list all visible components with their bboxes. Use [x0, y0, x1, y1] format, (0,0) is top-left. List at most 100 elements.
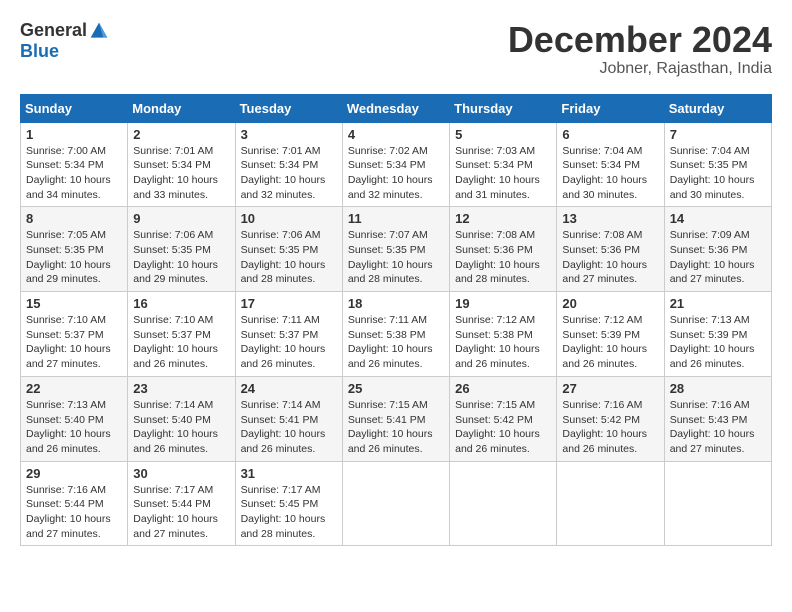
- day-number: 20: [562, 296, 658, 311]
- day-cell-15: 15 Sunrise: 7:10 AMSunset: 5:37 PMDaylig…: [21, 292, 128, 377]
- day-info: Sunrise: 7:15 AMSunset: 5:42 PMDaylight:…: [455, 399, 540, 455]
- day-number: 13: [562, 211, 658, 226]
- day-number: 18: [348, 296, 444, 311]
- day-number: 27: [562, 381, 658, 396]
- day-cell-14: 14 Sunrise: 7:09 AMSunset: 5:36 PMDaylig…: [664, 207, 771, 292]
- header-friday: Friday: [557, 94, 664, 122]
- day-number: 17: [241, 296, 337, 311]
- day-cell-2: 2 Sunrise: 7:01 AMSunset: 5:34 PMDayligh…: [128, 122, 235, 207]
- day-info: Sunrise: 7:06 AMSunset: 5:35 PMDaylight:…: [241, 229, 326, 285]
- day-info: Sunrise: 7:12 AMSunset: 5:39 PMDaylight:…: [562, 314, 647, 370]
- day-number: 12: [455, 211, 551, 226]
- day-number: 9: [133, 211, 229, 226]
- title-section: December 2024 Jobner, Rajasthan, India: [508, 20, 772, 78]
- day-number: 11: [348, 211, 444, 226]
- empty-cell: [557, 461, 664, 546]
- day-cell-7: 7 Sunrise: 7:04 AMSunset: 5:35 PMDayligh…: [664, 122, 771, 207]
- day-number: 28: [670, 381, 766, 396]
- day-cell-27: 27 Sunrise: 7:16 AMSunset: 5:42 PMDaylig…: [557, 376, 664, 461]
- header-wednesday: Wednesday: [342, 94, 449, 122]
- day-number: 8: [26, 211, 122, 226]
- day-number: 21: [670, 296, 766, 311]
- day-info: Sunrise: 7:14 AMSunset: 5:40 PMDaylight:…: [133, 399, 218, 455]
- day-info: Sunrise: 7:03 AMSunset: 5:34 PMDaylight:…: [455, 145, 540, 201]
- day-cell-13: 13 Sunrise: 7:08 AMSunset: 5:36 PMDaylig…: [557, 207, 664, 292]
- day-info: Sunrise: 7:08 AMSunset: 5:36 PMDaylight:…: [455, 229, 540, 285]
- day-info: Sunrise: 7:10 AMSunset: 5:37 PMDaylight:…: [133, 314, 218, 370]
- logo-blue-text: Blue: [20, 41, 59, 62]
- day-number: 29: [26, 466, 122, 481]
- day-info: Sunrise: 7:00 AMSunset: 5:34 PMDaylight:…: [26, 145, 111, 201]
- empty-cell: [342, 461, 449, 546]
- day-cell-26: 26 Sunrise: 7:15 AMSunset: 5:42 PMDaylig…: [450, 376, 557, 461]
- day-number: 5: [455, 127, 551, 142]
- empty-cell: [664, 461, 771, 546]
- day-number: 30: [133, 466, 229, 481]
- main-title: December 2024: [508, 20, 772, 60]
- day-number: 14: [670, 211, 766, 226]
- day-cell-4: 4 Sunrise: 7:02 AMSunset: 5:34 PMDayligh…: [342, 122, 449, 207]
- day-number: 16: [133, 296, 229, 311]
- day-number: 31: [241, 466, 337, 481]
- day-cell-30: 30 Sunrise: 7:17 AMSunset: 5:44 PMDaylig…: [128, 461, 235, 546]
- day-cell-25: 25 Sunrise: 7:15 AMSunset: 5:41 PMDaylig…: [342, 376, 449, 461]
- day-info: Sunrise: 7:10 AMSunset: 5:37 PMDaylight:…: [26, 314, 111, 370]
- header-thursday: Thursday: [450, 94, 557, 122]
- logo-icon: [89, 21, 109, 41]
- day-cell-16: 16 Sunrise: 7:10 AMSunset: 5:37 PMDaylig…: [128, 292, 235, 377]
- header-sunday: Sunday: [21, 94, 128, 122]
- logo-general-text: General: [20, 20, 87, 41]
- header-tuesday: Tuesday: [235, 94, 342, 122]
- day-number: 2: [133, 127, 229, 142]
- day-info: Sunrise: 7:07 AMSunset: 5:35 PMDaylight:…: [348, 229, 433, 285]
- day-number: 24: [241, 381, 337, 396]
- page-header: General Blue December 2024 Jobner, Rajas…: [20, 20, 772, 78]
- day-number: 3: [241, 127, 337, 142]
- day-info: Sunrise: 7:14 AMSunset: 5:41 PMDaylight:…: [241, 399, 326, 455]
- day-info: Sunrise: 7:04 AMSunset: 5:34 PMDaylight:…: [562, 145, 647, 201]
- day-info: Sunrise: 7:11 AMSunset: 5:37 PMDaylight:…: [241, 314, 326, 370]
- calendar-header-row: Sunday Monday Tuesday Wednesday Thursday…: [21, 94, 772, 122]
- calendar-week-1: 1 Sunrise: 7:00 AMSunset: 5:34 PMDayligh…: [21, 122, 772, 207]
- day-cell-18: 18 Sunrise: 7:11 AMSunset: 5:38 PMDaylig…: [342, 292, 449, 377]
- calendar-week-5: 29 Sunrise: 7:16 AMSunset: 5:44 PMDaylig…: [21, 461, 772, 546]
- day-number: 26: [455, 381, 551, 396]
- day-cell-17: 17 Sunrise: 7:11 AMSunset: 5:37 PMDaylig…: [235, 292, 342, 377]
- day-cell-12: 12 Sunrise: 7:08 AMSunset: 5:36 PMDaylig…: [450, 207, 557, 292]
- header-monday: Monday: [128, 94, 235, 122]
- subtitle: Jobner, Rajasthan, India: [508, 60, 772, 78]
- day-info: Sunrise: 7:13 AMSunset: 5:39 PMDaylight:…: [670, 314, 755, 370]
- day-info: Sunrise: 7:06 AMSunset: 5:35 PMDaylight:…: [133, 229, 218, 285]
- day-number: 1: [26, 127, 122, 142]
- day-cell-24: 24 Sunrise: 7:14 AMSunset: 5:41 PMDaylig…: [235, 376, 342, 461]
- day-info: Sunrise: 7:01 AMSunset: 5:34 PMDaylight:…: [241, 145, 326, 201]
- day-cell-9: 9 Sunrise: 7:06 AMSunset: 5:35 PMDayligh…: [128, 207, 235, 292]
- day-number: 7: [670, 127, 766, 142]
- day-number: 19: [455, 296, 551, 311]
- logo: General Blue: [20, 20, 109, 62]
- day-cell-31: 31 Sunrise: 7:17 AMSunset: 5:45 PMDaylig…: [235, 461, 342, 546]
- day-cell-29: 29 Sunrise: 7:16 AMSunset: 5:44 PMDaylig…: [21, 461, 128, 546]
- day-cell-19: 19 Sunrise: 7:12 AMSunset: 5:38 PMDaylig…: [450, 292, 557, 377]
- day-info: Sunrise: 7:02 AMSunset: 5:34 PMDaylight:…: [348, 145, 433, 201]
- day-cell-11: 11 Sunrise: 7:07 AMSunset: 5:35 PMDaylig…: [342, 207, 449, 292]
- day-number: 23: [133, 381, 229, 396]
- day-cell-20: 20 Sunrise: 7:12 AMSunset: 5:39 PMDaylig…: [557, 292, 664, 377]
- calendar-week-3: 15 Sunrise: 7:10 AMSunset: 5:37 PMDaylig…: [21, 292, 772, 377]
- day-info: Sunrise: 7:05 AMSunset: 5:35 PMDaylight:…: [26, 229, 111, 285]
- day-info: Sunrise: 7:11 AMSunset: 5:38 PMDaylight:…: [348, 314, 433, 370]
- day-info: Sunrise: 7:17 AMSunset: 5:45 PMDaylight:…: [241, 484, 326, 540]
- day-number: 22: [26, 381, 122, 396]
- day-number: 15: [26, 296, 122, 311]
- day-info: Sunrise: 7:08 AMSunset: 5:36 PMDaylight:…: [562, 229, 647, 285]
- day-info: Sunrise: 7:16 AMSunset: 5:42 PMDaylight:…: [562, 399, 647, 455]
- day-info: Sunrise: 7:04 AMSunset: 5:35 PMDaylight:…: [670, 145, 755, 201]
- day-cell-23: 23 Sunrise: 7:14 AMSunset: 5:40 PMDaylig…: [128, 376, 235, 461]
- day-cell-22: 22 Sunrise: 7:13 AMSunset: 5:40 PMDaylig…: [21, 376, 128, 461]
- day-number: 4: [348, 127, 444, 142]
- day-cell-28: 28 Sunrise: 7:16 AMSunset: 5:43 PMDaylig…: [664, 376, 771, 461]
- calendar-table: Sunday Monday Tuesday Wednesday Thursday…: [20, 94, 772, 547]
- day-cell-21: 21 Sunrise: 7:13 AMSunset: 5:39 PMDaylig…: [664, 292, 771, 377]
- day-number: 10: [241, 211, 337, 226]
- calendar-week-2: 8 Sunrise: 7:05 AMSunset: 5:35 PMDayligh…: [21, 207, 772, 292]
